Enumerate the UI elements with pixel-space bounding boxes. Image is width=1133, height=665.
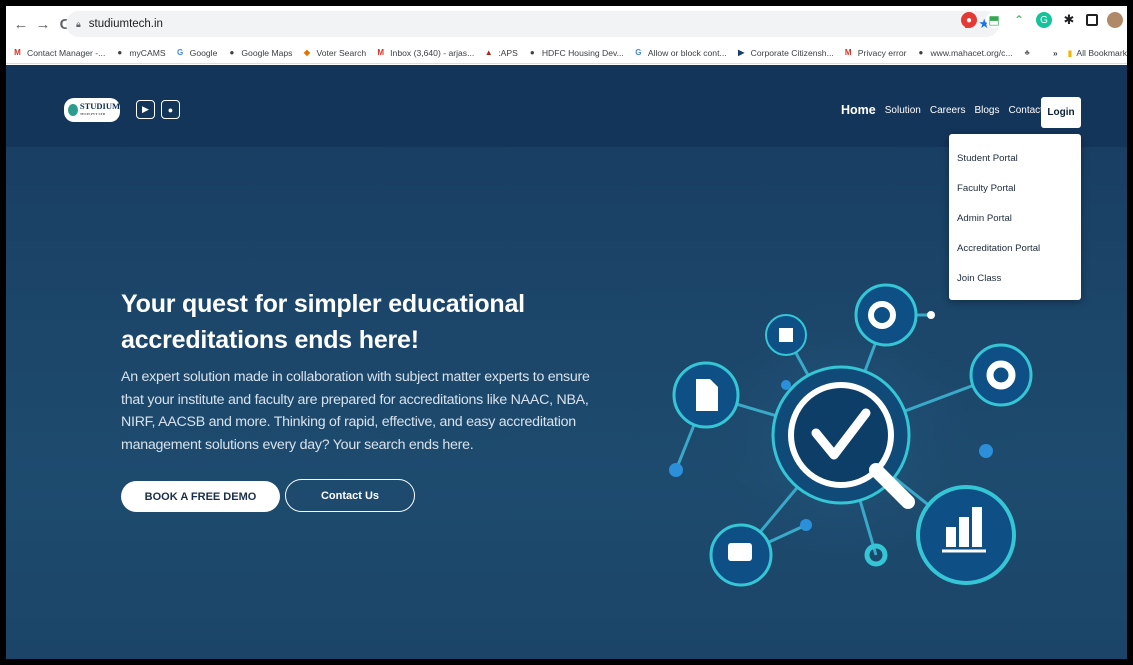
bookmark-label: HDFC Housing Dev... <box>541 47 624 58</box>
bookmark-item[interactable]: ● myCAMS <box>114 47 165 58</box>
bookmark-item[interactable]: G Google <box>175 47 218 58</box>
bookmark-item[interactable]: ● HDFC Housing Dev... <box>527 47 624 58</box>
voter-icon: ◆ <box>303 48 311 57</box>
dropdown-item-student-portal[interactable]: Student Portal <box>949 143 1081 173</box>
login-button[interactable]: Login <box>1041 97 1081 128</box>
bookmark-item[interactable]: M Privacy error <box>843 47 907 58</box>
key-node <box>854 283 918 347</box>
book-demo-button[interactable]: BOOK A FREE DEMO <box>121 481 280 512</box>
sidepanel-icon[interactable] <box>1086 14 1098 26</box>
lock-icon[interactable]: 🔒︎ <box>76 19 81 30</box>
all-bookmarks-link[interactable]: All Bookmark <box>1076 48 1127 58</box>
hero-description: An expert solution made in collaboration… <box>121 369 590 453</box>
extension-download-icon[interactable]: ⬒ <box>986 12 1002 28</box>
forward-icon[interactable]: → <box>32 13 54 35</box>
document-icon <box>696 379 718 411</box>
play-icon: ▶ <box>738 48 745 57</box>
dropdown-item-join-class[interactable]: Join Class <box>949 263 1081 293</box>
bookmark-item[interactable]: ◆ Voter Search <box>301 47 366 58</box>
bookmark-item[interactable]: M Inbox (3,640) - arjas... <box>375 47 474 58</box>
login-dropdown-menu: Student Portal Faculty Portal Admin Portal… <box>949 134 1081 300</box>
address-bar[interactable]: 🔒︎ studiumtech.in ⇪ ★ <box>66 11 999 37</box>
extension-chart-icon[interactable]: ⌃ <box>1011 12 1027 28</box>
accreditation-network-illustration <box>669 283 1033 587</box>
globe-icon: ● <box>918 48 924 57</box>
browser-toolbar: ← → C 🔒︎ studiumtech.in ⇪ ★ ● ⬒ ⌃ G ✱ <box>6 6 1127 42</box>
settings-node <box>969 343 1033 407</box>
nav-blogs[interactable]: Blogs <box>974 105 999 116</box>
back-icon[interactable]: ← <box>10 13 32 35</box>
mail-icon: M <box>844 48 852 57</box>
hero-title: Your quest for simpler educational accre… <box>121 290 525 354</box>
bookmark-label: myCAMS <box>129 47 166 58</box>
bookmark-item[interactable]: ♣ <box>1022 47 1037 58</box>
site-logo[interactable]: STUDIUM TECH PVT LTD <box>64 98 120 122</box>
globe-icon: ● <box>529 48 535 57</box>
bookmark-item[interactable]: ● www.mahacet.org/c... <box>915 47 1013 58</box>
gmail-icon: M <box>14 48 21 57</box>
google-play-icon[interactable]: ▶ <box>136 100 155 119</box>
url-text: studiumtech.in <box>88 18 163 30</box>
grammarly-icon[interactable]: G <box>1036 12 1052 28</box>
chat-icon <box>728 543 752 561</box>
extension-badge-icon[interactable]: ● <box>961 12 977 28</box>
bookmark-item[interactable]: M Contact Manager -... <box>12 47 105 58</box>
google-icon: G <box>177 48 184 57</box>
globe-icon: ● <box>229 48 235 57</box>
nav-home[interactable]: Home <box>841 103 876 117</box>
bookmark-item[interactable]: ● Google Maps <box>226 47 292 58</box>
bookmarks-bar: M Contact Manager -... ● myCAMS G Google ● Goog… <box>6 42 1127 64</box>
gmail-icon: M <box>377 48 384 57</box>
more-bookmarks-button[interactable]: » <box>1053 48 1058 58</box>
bookmarks-overflow: » ▮ All Bookmark <box>1044 42 1127 63</box>
bar-chart-icon <box>946 527 956 547</box>
bookmark-item[interactable]: ▶ Corporate Citizensh... <box>736 47 834 58</box>
globe-icon: ● <box>117 48 123 57</box>
nav-solution[interactable]: Solution <box>885 105 921 116</box>
bookmark-label: www.mahacet.org/c... <box>930 47 1013 58</box>
contact-us-button[interactable]: Contact Us <box>285 479 415 512</box>
bookmark-label: Corporate Citizensh... <box>750 47 834 58</box>
google-icon: G <box>635 48 642 57</box>
browser-window: ← → C 🔒︎ studiumtech.in ⇪ ★ ● ⬒ ⌃ G ✱ MC… <box>6 6 1127 659</box>
bookmark-label: Contact Manager -... <box>27 47 106 58</box>
aps-icon: ▲ <box>484 48 493 57</box>
logo-subtext: TECH PVT LTD <box>79 112 106 116</box>
bookmark-item[interactable]: G Allow or block cont... <box>633 47 727 58</box>
logo-mark-icon <box>68 104 78 116</box>
extensions-area: ● ⬒ ⌃ G ✱ <box>961 12 1123 28</box>
bookmark-label: Google Maps <box>241 47 293 58</box>
bookmark-label: Google <box>189 47 218 58</box>
profile-avatar[interactable] <box>1107 12 1123 28</box>
bookmark-label: Voter Search <box>316 47 367 58</box>
bookmark-item[interactable]: ▲ :APS <box>483 47 518 58</box>
dropdown-item-accreditation-portal[interactable]: Accreditation Portal <box>949 233 1081 263</box>
main-nav: Home Solution Careers Blogs Contact Us <box>841 103 1067 117</box>
bookmark-label: Allow or block cont... <box>647 47 727 58</box>
folder-icon: ▮ <box>1067 47 1073 58</box>
dropdown-item-faculty-portal[interactable]: Faculty Portal <box>949 173 1081 203</box>
web-page: STUDIUM TECH PVT LTD ▶ ● Home Solution C… <box>6 65 1127 659</box>
puzzle-icon[interactable]: ✱ <box>1061 12 1077 28</box>
bookmark-label: Inbox (3,640) - arjas... <box>390 47 475 58</box>
nav-careers[interactable]: Careers <box>930 105 966 116</box>
dropdown-item-admin-portal[interactable]: Admin Portal <box>949 203 1081 233</box>
bookmark-label: Privacy error <box>857 47 907 58</box>
apple-icon[interactable]: ● <box>161 100 180 119</box>
bookmark-label: :APS <box>498 47 518 58</box>
sitemap-icon <box>779 328 793 342</box>
emblem-icon: ♣ <box>1024 48 1030 57</box>
